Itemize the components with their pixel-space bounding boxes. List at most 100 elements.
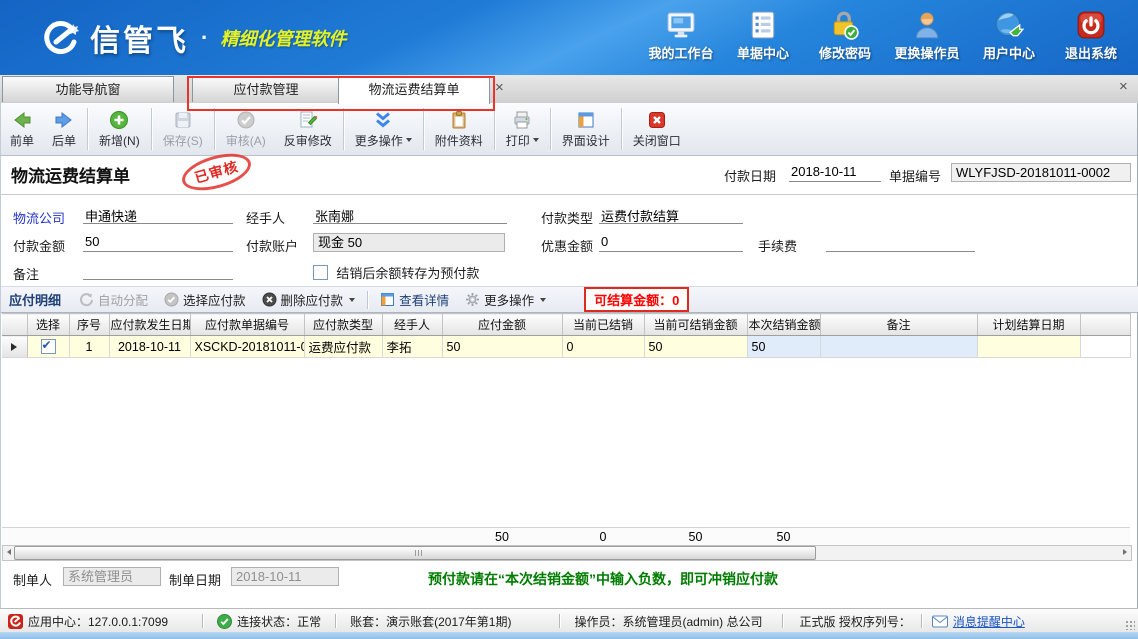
- row-indicator: [2, 336, 27, 358]
- edit-document-icon: [298, 110, 318, 130]
- discount-field[interactable]: 0: [599, 234, 743, 252]
- fee-label: 手续费: [758, 236, 797, 255]
- pay-amount-field[interactable]: 50: [83, 234, 233, 252]
- col-header-remark[interactable]: 备注: [820, 314, 977, 336]
- status-text: 正式版 授权序列号：: [799, 613, 910, 630]
- panel-close-icon[interactable]: ×: [1119, 80, 1128, 94]
- view-detail-button[interactable]: 查看详情: [372, 289, 457, 311]
- unaudit-modify-button[interactable]: 反审修改: [275, 105, 341, 153]
- row-checkbox[interactable]: [41, 339, 56, 354]
- cell-payable: 50: [442, 336, 562, 358]
- pay-type-field[interactable]: 运费付款结算: [599, 206, 743, 224]
- cell-doc-no: XSCKD-20181011-0006: [190, 336, 304, 358]
- main-toolbar: 前单 后单 新增(N) 保存(S) 审核(A): [0, 103, 1138, 156]
- plus-circle-icon: [109, 110, 129, 130]
- creator-field: 系统管理员: [63, 567, 161, 586]
- close-window-button[interactable]: 关闭窗口: [624, 105, 690, 153]
- attachments-button[interactable]: 附件资料: [426, 105, 492, 153]
- tab-close-icon[interactable]: ×: [495, 81, 504, 95]
- col-header-payable[interactable]: 应付金额: [442, 314, 562, 336]
- tab-payable-management[interactable]: 应付款管理: [192, 76, 340, 102]
- pay-date-field[interactable]: 2018-10-11: [789, 164, 881, 182]
- delete-payable-button[interactable]: 删除应付款: [254, 289, 364, 311]
- print-button[interactable]: 打印: [497, 105, 548, 153]
- select-payable-button[interactable]: 选择应付款: [156, 289, 254, 311]
- status-bar: 应用中心：127.0.0.1:7099 连接状态：正常 账套：演示账套(2017…: [0, 608, 1138, 633]
- toolbar-separator: [423, 108, 424, 150]
- cell-handler: 李拓: [382, 336, 442, 358]
- button-label: 后单: [52, 132, 76, 149]
- logistics-company-field[interactable]: 申通快递: [83, 206, 233, 224]
- power-exit-icon: [1076, 10, 1106, 40]
- logistics-company-label[interactable]: 物流公司: [13, 208, 65, 227]
- tab-label: 应付款管理: [233, 82, 298, 97]
- nav-user-center[interactable]: 用户中心: [976, 10, 1042, 62]
- logo-mark-icon: [40, 18, 80, 58]
- scrollbar-thumb[interactable]: [14, 546, 816, 560]
- button-label: 新增(N): [99, 132, 140, 149]
- col-header-handler[interactable]: 经手人: [382, 314, 442, 336]
- x-circle-icon: [262, 292, 277, 307]
- nav-document-center[interactable]: 单据中心: [730, 10, 796, 62]
- add-new-button[interactable]: 新增(N): [90, 105, 149, 153]
- toolbar-separator: [87, 108, 88, 150]
- cell-type: 运费应付款: [304, 336, 382, 358]
- more-operations-button[interactable]: 更多操作: [346, 105, 421, 153]
- status-separator: [335, 614, 336, 628]
- save-button[interactable]: 保存(S): [154, 105, 212, 153]
- check-circle-icon: [164, 292, 179, 307]
- creator-label: 制单人: [13, 570, 52, 589]
- handler-field[interactable]: 张南娜: [313, 206, 507, 224]
- fee-field[interactable]: [826, 234, 975, 252]
- col-header-seq[interactable]: 序号: [69, 314, 109, 336]
- next-doc-button[interactable]: 后单: [43, 105, 85, 153]
- status-separator: [921, 614, 922, 628]
- pay-account-field[interactable]: 现金 50: [313, 233, 505, 252]
- col-header-settled[interactable]: 当前已结销: [562, 314, 644, 336]
- nav-my-workbench[interactable]: 我的工作台: [648, 10, 714, 62]
- nav-change-password[interactable]: 修改密码: [812, 10, 878, 62]
- detail-toolbar: 应付明细 自动分配 选择应付款 删除应付款: [1, 286, 1138, 313]
- col-header-select[interactable]: 选择: [27, 314, 69, 336]
- col-header-type[interactable]: 应付款类型: [304, 314, 382, 336]
- table-row[interactable]: 1 2018-10-11 XSCKD-20181011-0006 运费应付款 李…: [2, 336, 1130, 358]
- remark-field[interactable]: [83, 262, 233, 280]
- header-nav: 我的工作台 单据中心: [648, 10, 1124, 62]
- detail-more-operations-button[interactable]: 更多操作: [457, 289, 554, 311]
- horizontal-scrollbar[interactable]: [2, 545, 1132, 561]
- tab-freight-settlement[interactable]: 物流运费结算单: [338, 76, 490, 104]
- col-header-date[interactable]: 应付款发生日期: [109, 314, 190, 336]
- refresh-icon: [79, 292, 94, 307]
- col-header-plan-date[interactable]: 计划结算日期: [977, 314, 1080, 336]
- button-label: 更多操作: [484, 290, 534, 309]
- settleable-value: 0: [672, 293, 679, 308]
- detail-separator: [367, 291, 368, 309]
- prev-doc-button[interactable]: 前单: [1, 105, 43, 153]
- cell-date: 2018-10-11: [109, 336, 190, 358]
- nav-exit-system[interactable]: 退出系统: [1058, 10, 1124, 62]
- button-label: 自动分配: [98, 290, 148, 309]
- prepay-hint-text: 预付款请在“本次结销金额”中输入负数，即可冲销应付款: [428, 569, 778, 589]
- cell-current-settle[interactable]: 50: [747, 336, 820, 358]
- col-header-doc-no[interactable]: 应付款单据编号: [190, 314, 304, 336]
- status-message-center[interactable]: 消息提醒中心: [932, 613, 1025, 630]
- audit-button[interactable]: 审核(A): [217, 105, 275, 153]
- auto-assign-button[interactable]: 自动分配: [71, 289, 156, 311]
- resize-grip-icon[interactable]: [1125, 620, 1135, 630]
- message-center-link[interactable]: 消息提醒中心: [953, 613, 1025, 630]
- button-label: 打印: [506, 132, 530, 149]
- button-label: 审核(A): [226, 132, 266, 149]
- tab-function-nav[interactable]: 功能导航窗: [2, 76, 174, 102]
- col-header-current[interactable]: 本次结销金额: [747, 314, 820, 336]
- nav-switch-operator[interactable]: 更换操作员: [894, 10, 960, 62]
- cell-remark[interactable]: [820, 336, 977, 358]
- cell-settled: 0: [562, 336, 644, 358]
- transfer-prepay-checkbox[interactable]: [313, 265, 328, 280]
- logo-separator: ·: [201, 25, 208, 51]
- transfer-prepay-label: 结销后余额转存为预付款: [336, 266, 479, 281]
- status-operator: 操作员：系统管理员(admin) 总公司: [574, 613, 762, 630]
- scroll-right-arrow[interactable]: [1119, 546, 1131, 558]
- ui-design-button[interactable]: 界面设计: [553, 105, 619, 153]
- button-label: 反审修改: [284, 132, 332, 149]
- col-header-available[interactable]: 当前可结销金额: [644, 314, 747, 336]
